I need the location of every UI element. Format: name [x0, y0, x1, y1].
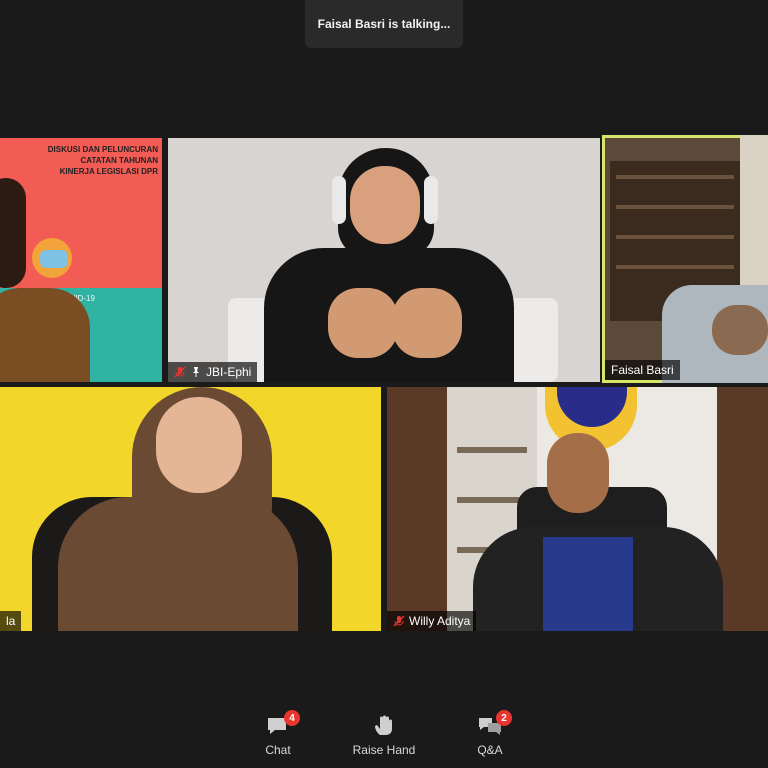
muted-microphone-icon	[174, 366, 186, 378]
chat-label: Chat	[265, 743, 291, 757]
participant-name: JBI-Ephi	[206, 365, 252, 379]
qa-badge: 2	[496, 710, 512, 726]
raise-hand-icon	[375, 715, 392, 735]
video-tile-jbi-ephi[interactable]: JBI-Ephi	[168, 138, 600, 382]
chat-button[interactable]: 4 Chat	[238, 708, 318, 764]
muted-microphone-icon	[393, 615, 405, 627]
participant-name-tag: Willy Aditya	[387, 611, 477, 631]
participant-name-tag: Faisal Basri	[605, 360, 680, 380]
raise-hand-button[interactable]: Raise Hand	[344, 708, 424, 764]
poster-line-2: CATATAN TAHUNAN	[80, 156, 158, 165]
participant-name: Willy Aditya	[409, 614, 471, 628]
participant-name-tag: la	[0, 611, 22, 631]
video-tile-banner[interactable]: DISKUSI DAN PELUNCURAN CATATAN TAHUNAN K…	[0, 138, 162, 382]
chat-badge: 4	[284, 710, 300, 726]
meeting-controls-bar: 4 Chat Raise Hand 2 Q&A	[0, 704, 768, 768]
participant-name: la	[6, 614, 16, 628]
poster-line-1: DISKUSI DAN PELUNCURAN	[47, 145, 158, 154]
talking-notification-text: Faisal Basri is talking...	[317, 17, 451, 31]
qa-button[interactable]: 2 Q&A	[450, 708, 530, 764]
participant-name: Faisal Basri	[611, 363, 674, 377]
video-tile-participant-la[interactable]: la	[0, 387, 381, 631]
participant-name-tag: JBI-Ephi	[168, 362, 258, 382]
poster-line-3: KINERJA LEGISLASI DPR	[59, 167, 158, 176]
raise-hand-label: Raise Hand	[352, 743, 416, 757]
video-tile-willy-aditya[interactable]: Willy Aditya	[387, 387, 768, 631]
talking-notification: Faisal Basri is talking...	[305, 0, 463, 48]
video-tile-faisal-basri[interactable]: Faisal Basri	[602, 135, 768, 383]
pin-icon	[190, 366, 202, 378]
qa-label: Q&A	[477, 743, 503, 757]
